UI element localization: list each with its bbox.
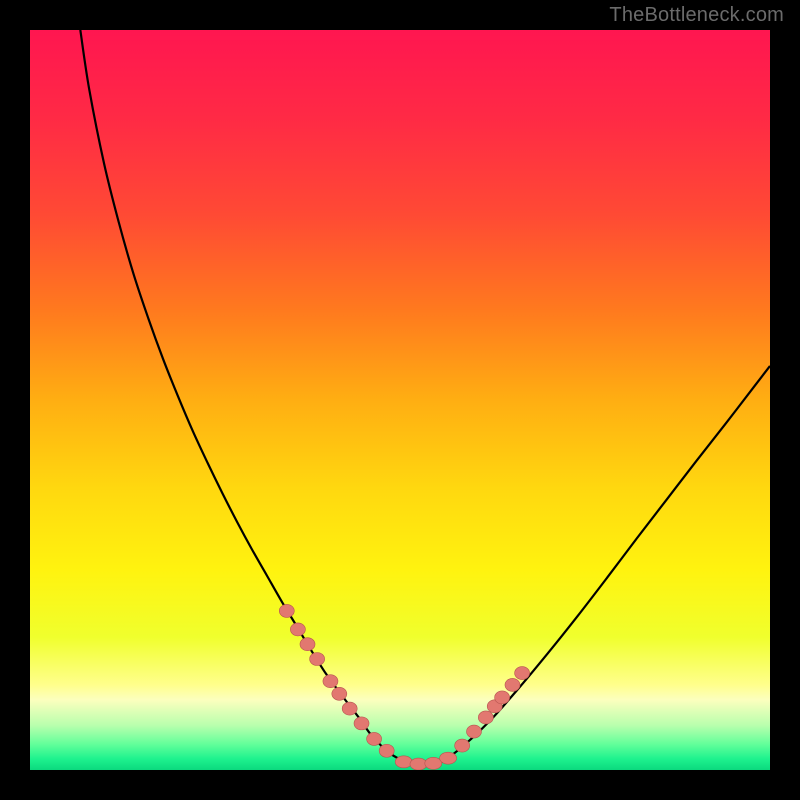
data-marker [279,604,294,617]
data-marker [495,691,510,704]
data-marker [505,678,520,691]
bottleneck-chart [0,0,800,800]
data-marker [425,757,442,769]
data-marker [290,623,305,636]
data-marker [440,752,457,764]
data-marker [515,667,530,680]
watermark-label: TheBottleneck.com [609,4,784,27]
data-marker [323,675,338,688]
data-marker [342,702,357,715]
data-marker [395,756,412,768]
data-marker [332,687,347,700]
data-marker [478,711,493,724]
data-marker [367,732,382,745]
plot-background [30,30,770,770]
data-marker [300,638,315,651]
data-marker [354,717,369,730]
data-marker [310,653,325,666]
data-marker [379,744,394,757]
chart-stage: TheBottleneck.com [0,0,800,800]
data-marker [455,739,470,752]
data-marker [410,758,427,770]
data-marker [467,725,482,738]
